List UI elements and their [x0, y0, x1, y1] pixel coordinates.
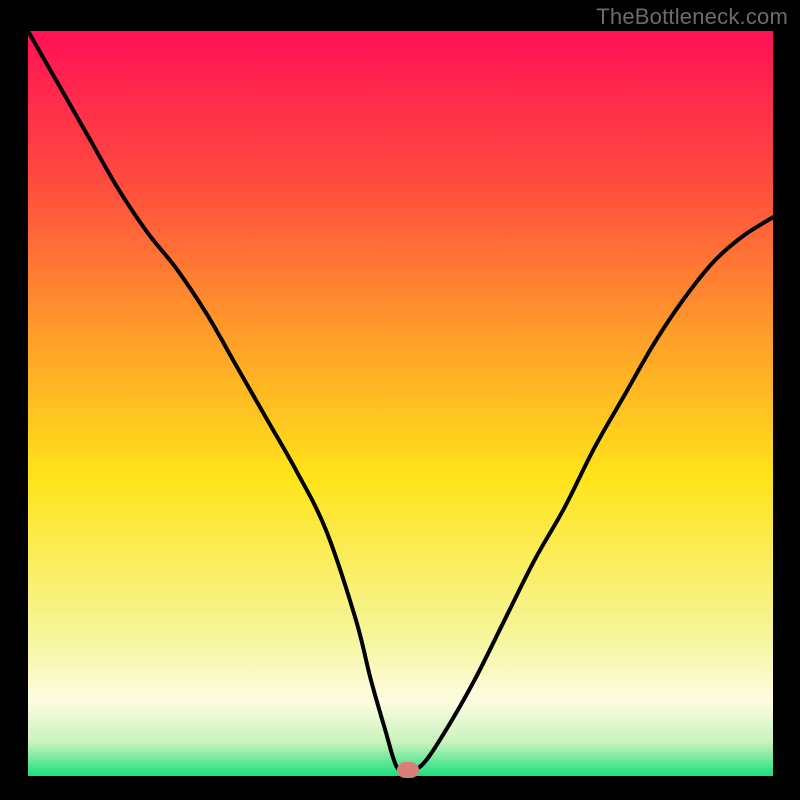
optimum-marker: [397, 762, 419, 778]
attribution-label: TheBottleneck.com: [596, 4, 788, 30]
chart-frame: TheBottleneck.com: [0, 0, 800, 800]
bottleneck-chart: [0, 0, 800, 800]
gradient-background: [28, 31, 773, 776]
